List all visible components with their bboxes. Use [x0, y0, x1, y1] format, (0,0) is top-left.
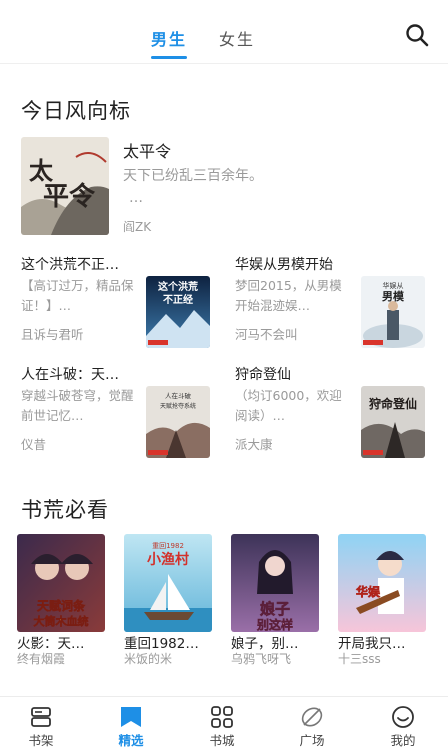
book-cover[interactable]: 华娱从 男模 [361, 276, 425, 348]
svg-text:华娱从: 华娱从 [383, 281, 404, 290]
search-icon[interactable] [404, 22, 430, 48]
nav-label: 广场 [299, 733, 325, 748]
featured-book-author: 阎ZK [123, 220, 152, 234]
active-tab-indicator [151, 56, 187, 59]
book-author: 终有烟霞 [17, 652, 66, 666]
book-title[interactable]: 重回1982… [124, 632, 216, 652]
book-desc: （均订6000，欢迎阅读）… [235, 388, 342, 423]
svg-text:狩命登仙: 狩命登仙 [369, 396, 417, 411]
book-title[interactable]: 娘子，别… [231, 632, 323, 652]
featured-book-desc: 天下已纷乱三百余年。 … [123, 165, 323, 209]
book-title[interactable]: 这个洪荒不正… [21, 254, 145, 274]
nav-label: 我的 [390, 733, 416, 748]
book-author: 米饭的米 [124, 652, 173, 666]
bookmark-icon [121, 707, 141, 727]
book-title[interactable]: 人在斗破：天… [21, 364, 145, 384]
featured-desc-ellipsis: … [129, 190, 143, 206]
cover-art: 娘子 别这样 [231, 534, 319, 632]
book-cover[interactable]: 华娱 [338, 534, 426, 632]
book-desc: 穿越斗破苍穹，觉醒前世记忆… [21, 388, 134, 423]
cover-art: 这个洪荒 不正经 [146, 276, 210, 348]
cover-art: 天赋词条 大筒木血统 [17, 534, 105, 632]
book-author: 河马不会叫 [235, 327, 298, 342]
svg-text:人在斗破: 人在斗破 [165, 391, 192, 400]
nav-item-mine[interactable]: 我的 [373, 697, 433, 752]
book-author: 且诉与君听 [21, 327, 84, 342]
svg-text:别这样: 别这样 [256, 617, 293, 632]
smile-icon [392, 706, 414, 728]
nav-item-bookstore[interactable]: 书城 [192, 697, 252, 752]
nav-item-bookshelf[interactable]: 书架 [11, 697, 71, 752]
svg-text:大筒木血统: 大筒木血统 [34, 614, 89, 628]
grid-icon [211, 706, 233, 728]
book-title[interactable]: 狩命登仙 [235, 364, 375, 384]
nav-label: 书城 [209, 733, 235, 748]
nav-item-square[interactable]: 广场 [282, 697, 342, 752]
book-cover[interactable]: 重回1982 小渔村 [124, 534, 212, 632]
book-cover[interactable]: 这个洪荒 不正经 [146, 276, 210, 348]
svg-text:平令: 平令 [43, 181, 96, 212]
svg-text:重回1982: 重回1982 [152, 542, 184, 550]
svg-text:太: 太 [29, 156, 54, 185]
book-cover[interactable]: 人在斗破 天赋抢夺系统 [146, 386, 210, 458]
book-desc: 【高订过万，精品保证！】… [21, 278, 134, 313]
book-author: 派大康 [235, 437, 273, 452]
cover-art: 华娱 [338, 534, 426, 632]
book-title[interactable]: 开局我只… [338, 632, 430, 652]
book-cover[interactable]: 娘子 别这样 [231, 534, 319, 632]
section-title-must-read: 书荒必看 [21, 498, 109, 522]
svg-text:天赋词条: 天赋词条 [37, 598, 86, 613]
book-desc: 梦回2015，从男模开始混迹娱… [235, 278, 342, 313]
cover-art: 重回1982 小渔村 [124, 534, 212, 632]
cover-art: 太 平令 [21, 137, 109, 235]
bottom-nav: 书架 精选 书城 广场 我的 [0, 696, 448, 752]
nav-item-featured[interactable]: 精选 [101, 697, 161, 752]
book-author: 十三sss [338, 652, 381, 666]
svg-text:娘子: 娘子 [260, 600, 290, 618]
section-title-trend: 今日风向标 [21, 99, 131, 123]
svg-text:华娱: 华娱 [356, 584, 381, 599]
featured-desc-line: 天下已纷乱三百余年。 [123, 168, 263, 184]
tab-male[interactable]: 男生 [151, 26, 187, 50]
leaf-icon [301, 707, 323, 727]
featured-book-title[interactable]: 太平令 [123, 138, 171, 162]
svg-text:这个洪荒: 这个洪荒 [158, 280, 198, 293]
bookshelf-icon [31, 707, 51, 727]
top-tab-bar: 男生 女生 [0, 0, 448, 64]
cover-art: 人在斗破 天赋抢夺系统 [146, 386, 210, 458]
svg-text:天赋抢夺系统: 天赋抢夺系统 [160, 402, 196, 410]
featured-book-cover[interactable]: 太 平令 [21, 137, 109, 235]
cover-art: 华娱从 男模 [361, 276, 425, 348]
book-title[interactable]: 华娱从男模开始 [235, 254, 375, 274]
cover-art: 狩命登仙 [361, 386, 425, 458]
svg-text:不正经: 不正经 [163, 293, 193, 306]
tab-female[interactable]: 女生 [219, 26, 255, 50]
nav-label: 书架 [28, 733, 54, 748]
book-author: 乌鸦飞呀飞 [231, 652, 292, 666]
book-title[interactable]: 火影：天… [17, 632, 109, 652]
nav-label: 精选 [118, 733, 144, 748]
book-cover[interactable]: 天赋词条 大筒木血统 [17, 534, 105, 632]
svg-text:男模: 男模 [382, 289, 405, 303]
book-cover[interactable]: 狩命登仙 [361, 386, 425, 458]
book-author: 仪昔 [21, 437, 47, 452]
svg-text:小渔村: 小渔村 [147, 551, 189, 568]
